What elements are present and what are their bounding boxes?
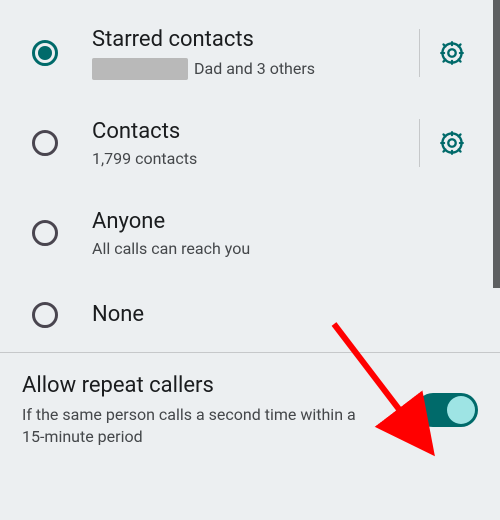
radio-anyone[interactable] bbox=[32, 220, 92, 246]
option-text: None bbox=[92, 301, 478, 329]
repeat-callers-row[interactable]: Allow repeat callers If the same person … bbox=[0, 353, 500, 471]
repeat-callers-switch[interactable] bbox=[416, 393, 478, 427]
option-title: Anyone bbox=[92, 208, 478, 236]
option-starred-contacts[interactable]: Starred contacts Dad and 3 others bbox=[0, 8, 500, 98]
option-text: Starred contacts Dad and 3 others bbox=[92, 26, 413, 80]
radio-none[interactable] bbox=[32, 302, 92, 328]
repeat-callers-title: Allow repeat callers bbox=[22, 373, 400, 398]
repeat-callers-text: Allow repeat callers If the same person … bbox=[22, 373, 400, 447]
option-anyone[interactable]: Anyone All calls can reach you bbox=[0, 188, 500, 278]
gear-icon bbox=[438, 129, 466, 157]
radio-starred[interactable] bbox=[32, 40, 92, 66]
starred-settings-button[interactable] bbox=[426, 39, 478, 67]
gear-icon bbox=[438, 39, 466, 67]
option-none[interactable]: None bbox=[0, 278, 500, 352]
option-title: Starred contacts bbox=[92, 26, 413, 54]
radio-unselected-icon bbox=[32, 220, 58, 246]
redacted-block bbox=[92, 58, 188, 80]
radio-unselected-icon bbox=[32, 130, 58, 156]
option-title: None bbox=[92, 301, 478, 329]
option-contacts[interactable]: Contacts 1,799 contacts bbox=[0, 98, 500, 188]
option-title: Contacts bbox=[92, 118, 413, 146]
vertical-separator bbox=[419, 119, 420, 167]
repeat-callers-subtitle: If the same person calls a second time w… bbox=[22, 404, 362, 447]
radio-selected-icon bbox=[32, 40, 58, 66]
contacts-settings-button[interactable] bbox=[426, 129, 478, 157]
radio-contacts[interactable] bbox=[32, 130, 92, 156]
option-subtitle: Dad and 3 others bbox=[92, 58, 413, 80]
scrollbar[interactable] bbox=[493, 0, 500, 288]
option-subtitle: 1,799 contacts bbox=[92, 149, 413, 168]
radio-unselected-icon bbox=[32, 302, 58, 328]
option-subtitle: All calls can reach you bbox=[92, 239, 478, 258]
switch-thumb bbox=[447, 396, 475, 424]
vertical-separator bbox=[419, 29, 420, 77]
subtitle-suffix: Dad and 3 others bbox=[194, 59, 315, 78]
option-text: Contacts 1,799 contacts bbox=[92, 118, 413, 169]
option-text: Anyone All calls can reach you bbox=[92, 208, 478, 259]
